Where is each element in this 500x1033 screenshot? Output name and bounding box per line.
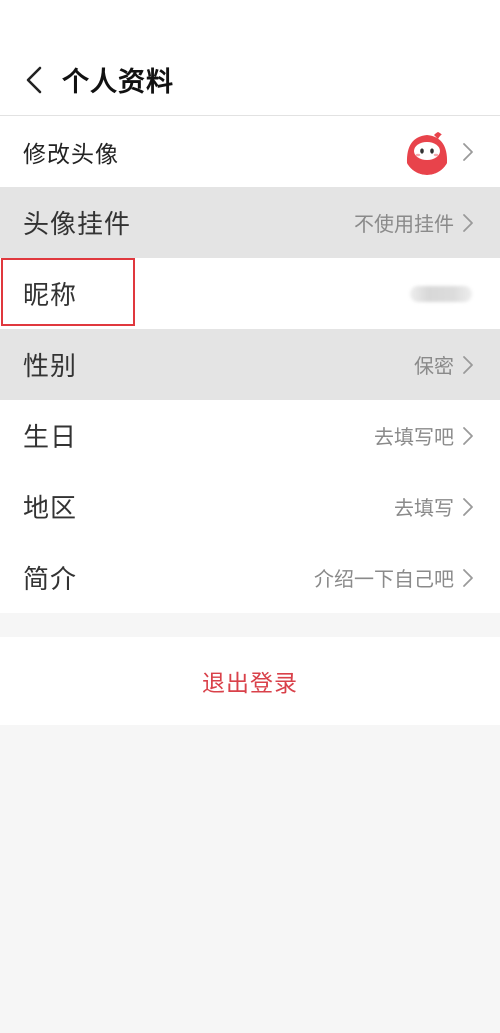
chevron-right-icon [462,568,474,588]
bio-row[interactable]: 简介 介绍一下自己吧 [0,542,500,613]
region-row[interactable]: 地区 去填写 [0,471,500,542]
bio-right: 介绍一下自己吧 [314,563,474,592]
logout-button[interactable]: 退出登录 [0,637,500,725]
change-avatar-right [404,128,474,175]
back-button[interactable] [8,50,60,110]
bio-label: 简介 [23,565,78,595]
nickname-label: 昵称 [23,281,78,311]
region-right: 去填写 [394,492,474,521]
chevron-right-icon [462,142,474,162]
section-gap [0,613,500,637]
change-avatar-label: 修改头像 [23,141,119,168]
birthday-value: 去填写吧 [374,425,454,449]
change-avatar-row[interactable]: 修改头像 [0,116,500,187]
status-bar-area [0,0,500,44]
chevron-left-icon [26,66,42,93]
avatar-pendant-right: 不使用挂件 [354,208,474,237]
gender-row[interactable]: 性别 保密 [0,329,500,400]
chevron-right-icon [462,426,474,446]
avatar-pendant-label: 头像挂件 [23,210,132,240]
avatar-pendant-row[interactable]: 头像挂件 不使用挂件 [0,187,500,258]
avatar [404,128,450,175]
profile-settings-list: 修改头像 头像挂件 不使用挂件 昵称 性别 保密 生日 去填写吧 地区 去填写 … [0,116,500,613]
bio-value: 介绍一下自己吧 [314,567,454,591]
logout-label: 退出登录 [202,671,298,697]
region-value: 去填写 [394,496,454,520]
avatar-pendant-value: 不使用挂件 [354,212,454,236]
nickname-row[interactable]: 昵称 [0,258,500,329]
gender-value: 保密 [414,354,454,378]
birthday-label: 生日 [23,423,78,453]
chevron-right-icon [462,213,474,233]
chevron-right-icon [462,355,474,375]
chevron-right-icon [462,497,474,517]
top-nav-bar: 个人资料 [0,44,500,116]
page-title: 个人资料 [62,67,174,98]
gender-label: 性别 [23,352,78,382]
birthday-row[interactable]: 生日 去填写吧 [0,400,500,471]
region-label: 地区 [23,494,78,524]
nickname-right [410,285,474,302]
gender-right: 保密 [414,350,474,379]
nickname-value-blurred [410,285,472,302]
birthday-right: 去填写吧 [374,421,474,450]
